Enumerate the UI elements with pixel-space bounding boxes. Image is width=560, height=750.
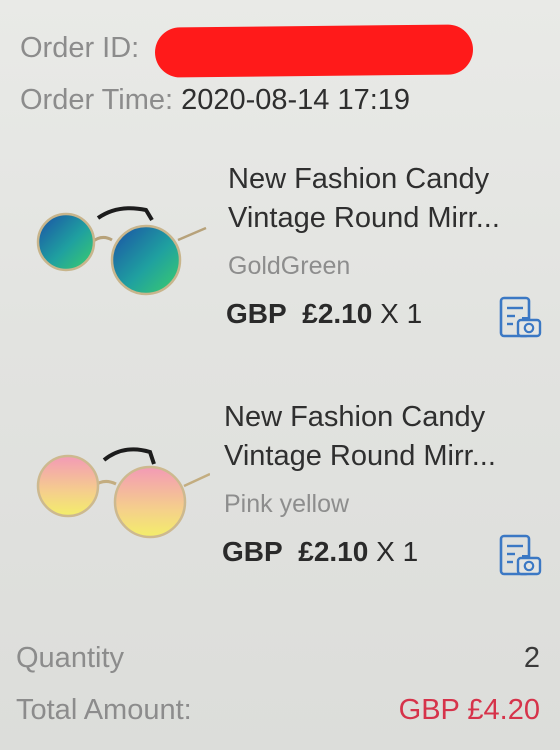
total-amount-label: Total Amount: [16, 694, 192, 726]
price-currency: GBP [226, 298, 287, 329]
order-snapshot-icon[interactable] [496, 532, 544, 580]
product-title-line2: Vintage Round Mirr... [228, 202, 500, 234]
quantity-label: Quantity [16, 642, 124, 674]
product-variant: GoldGreen [228, 252, 351, 280]
order-snapshot-icon[interactable] [496, 294, 544, 342]
total-amount-value: GBP £4.20 [398, 694, 540, 726]
order-detail-screen: Order ID: Order Time: 2020-08-14 17:19 N… [0, 0, 560, 750]
product-title-line1: New Fashion Candy [224, 401, 486, 433]
price-amount: £2.10 [298, 536, 369, 567]
order-id-row: Order ID: [20, 32, 139, 65]
product-title-line2: Vintage Round Mirr... [224, 440, 496, 472]
product-title[interactable]: New Fashion Candy Vintage Round Mirr... [224, 398, 524, 476]
product-variant: Pink yellow [224, 490, 350, 518]
product-title-line1: New Fashion Candy [228, 163, 490, 195]
price-quantity: X 1 [380, 298, 423, 329]
order-item[interactable]: New Fashion Candy Vintage Round Mirr... … [0, 160, 560, 360]
quantity-row: Quantity 2 [16, 642, 544, 675]
order-id-redaction [154, 24, 474, 78]
order-time-label: Order Time: [20, 84, 174, 116]
order-time-value: 2020-08-14 17:19 [181, 84, 411, 116]
sunglasses-image[interactable] [28, 436, 210, 546]
quantity-value: 2 [523, 642, 540, 674]
price-quantity: X 1 [376, 536, 419, 567]
product-price-row: GBP £2.10 X 1 [222, 536, 418, 568]
price-amount: £2.10 [302, 298, 373, 329]
product-price-row: GBP £2.10 X 1 [226, 298, 422, 330]
total-amount-row: Total Amount: GBP £4.20 [16, 694, 544, 727]
product-title[interactable]: New Fashion Candy Vintage Round Mirr... [228, 160, 528, 238]
sunglasses-image[interactable] [28, 198, 210, 308]
order-time-row: Order Time: 2020-08-14 17:19 [20, 84, 410, 117]
order-id-label: Order ID: [20, 32, 140, 64]
order-item[interactable]: New Fashion Candy Vintage Round Mirr... … [0, 398, 560, 598]
price-currency: GBP [222, 536, 283, 567]
